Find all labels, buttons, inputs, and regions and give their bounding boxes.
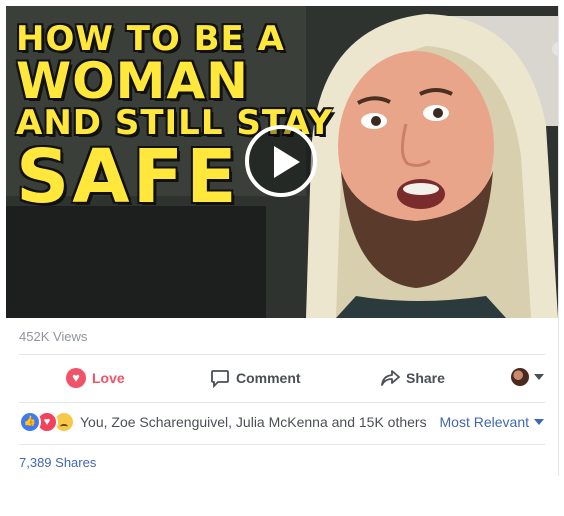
sort-dropdown[interactable]: Most Relevant <box>440 414 544 430</box>
reaction-summary[interactable]: You, Zoe Scharenguivel, Julia McKenna an… <box>19 408 427 436</box>
sort-label: Most Relevant <box>439 414 529 430</box>
thumbnail-title-line-1: HOW TO BE A <box>16 19 285 59</box>
share-button[interactable]: Share <box>380 356 445 400</box>
share-label: Share <box>406 370 445 386</box>
comment-bubble-icon <box>210 368 230 388</box>
comment-label: Comment <box>236 370 301 386</box>
play-button-icon[interactable] <box>245 125 317 197</box>
divider <box>19 444 545 445</box>
acting-profile-selector[interactable] <box>511 368 544 386</box>
chevron-down-icon <box>534 374 544 380</box>
love-button[interactable]: Love <box>66 356 125 400</box>
divider <box>19 354 545 355</box>
video-thumbnail[interactable]: HOW TO BE A WOMAN AND STILL STAY SAFE <box>6 6 558 318</box>
avatar <box>511 368 529 386</box>
share-count-link[interactable]: 7,389 Shares <box>19 455 96 470</box>
chevron-down-icon <box>534 419 544 425</box>
view-count: 452K Views <box>19 329 88 344</box>
love-label: Love <box>92 370 125 386</box>
comment-button[interactable]: Comment <box>210 356 301 400</box>
divider <box>19 402 545 403</box>
reaction-summary-text: You, Zoe Scharenguivel, Julia McKenna an… <box>80 414 427 430</box>
thumbnail-title-line-2: WOMAN <box>16 52 249 110</box>
share-arrow-icon <box>380 368 400 388</box>
video-post-card: HOW TO BE A WOMAN AND STILL STAY SAFE 45… <box>6 6 559 476</box>
heart-icon <box>66 368 86 388</box>
action-bar: Love Comment Share <box>6 356 558 400</box>
like-reaction-icon <box>19 411 41 433</box>
